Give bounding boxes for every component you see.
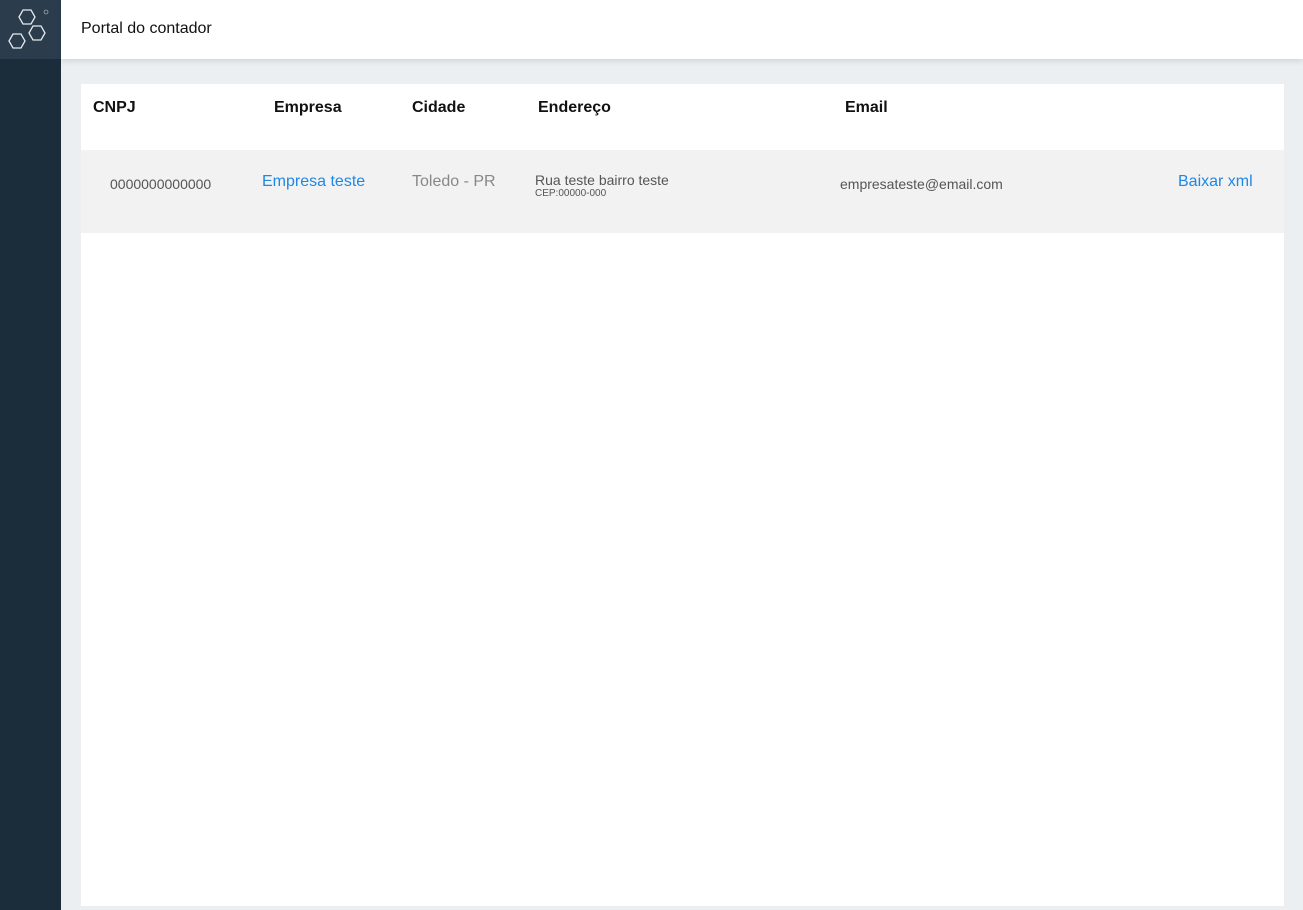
download-xml-link[interactable]: Baixar xml [1178, 173, 1253, 191]
companies-table: CNPJ Empresa Cidade Endereço Email 00000… [81, 84, 1284, 906]
top-bar: Portal do contador [61, 0, 1303, 59]
address-cell: Rua teste bairro teste [535, 172, 669, 188]
logo[interactable] [0, 0, 61, 59]
cep-cell: CEP:00000-000 [535, 188, 607, 199]
email-cell: empresateste@email.com [840, 176, 1003, 192]
table-header: CNPJ Empresa Cidade Endereço Email [81, 84, 1284, 150]
city-cell: Toledo - PR [412, 173, 496, 190]
company-link[interactable]: Empresa teste [262, 173, 365, 191]
column-header-endereco: Endereço [538, 99, 611, 116]
column-header-empresa: Empresa [274, 99, 342, 116]
table-row: 0000000000000 Empresa teste Toledo - PR … [81, 150, 1284, 233]
sidebar [0, 0, 61, 910]
cnpj-cell: 0000000000000 [110, 176, 212, 192]
column-header-cnpj: CNPJ [93, 99, 136, 116]
hexagon-logo-icon [7, 8, 48, 49]
page-title: Portal do contador [81, 20, 212, 37]
column-header-email: Email [845, 99, 888, 116]
column-header-cidade: Cidade [412, 99, 466, 116]
